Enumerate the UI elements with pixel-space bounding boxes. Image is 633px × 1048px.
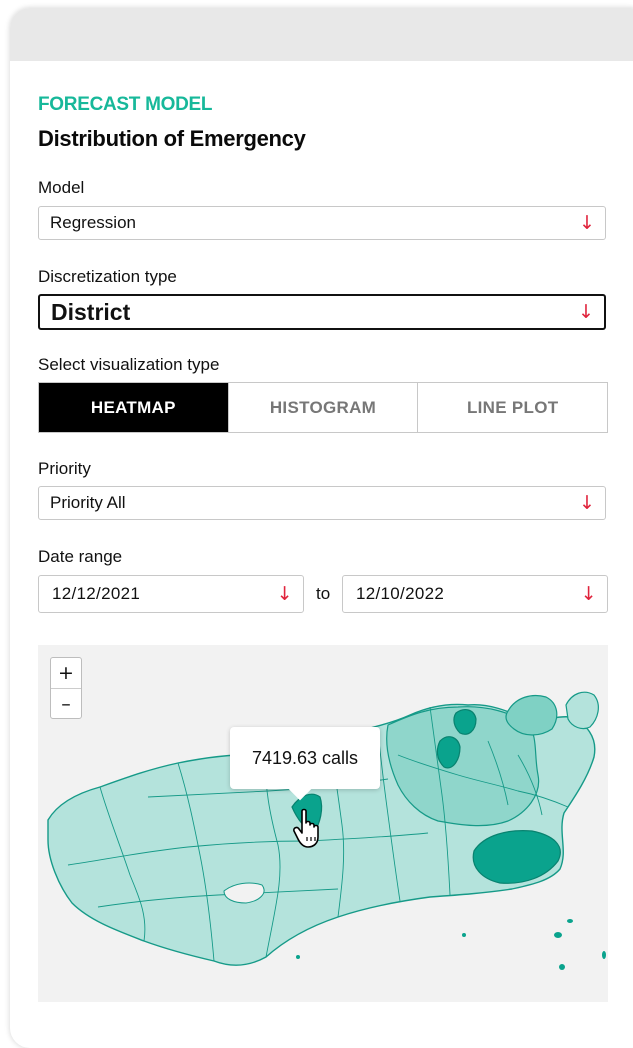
- map-tooltip: 7419.63 calls: [230, 727, 380, 789]
- visualization-label: Select visualization type: [38, 355, 220, 374]
- discretization-label: Discretization type: [38, 267, 177, 286]
- chevron-down-icon: ↓: [276, 582, 293, 605]
- zoom-control: + –: [50, 657, 82, 719]
- date-from-value: 12/12/2021: [52, 584, 141, 603]
- date-from-select[interactable]: 12/12/2021 ↓: [38, 575, 304, 613]
- section-kicker: FORECAST MODEL: [38, 94, 213, 115]
- tab-heatmap[interactable]: HEATMAP: [39, 383, 228, 432]
- district-heatmap[interactable]: [38, 645, 608, 1002]
- visualization-tabs: HEATMAP HISTOGRAM LINE PLOT: [38, 382, 608, 433]
- page-title: Distribution of Emergency: [38, 126, 306, 151]
- priority-select-value: Priority All: [50, 493, 126, 512]
- date-range-separator: to: [316, 584, 331, 603]
- priority-label: Priority: [38, 459, 91, 478]
- date-range-label: Date range: [38, 547, 123, 566]
- tab-histogram[interactable]: HISTOGRAM: [227, 383, 418, 432]
- discretization-select[interactable]: District ↓: [38, 294, 606, 330]
- chevron-down-icon: ↓: [580, 582, 597, 605]
- date-to-value: 12/10/2022: [356, 584, 445, 603]
- priority-select[interactable]: Priority All ↓: [38, 486, 606, 520]
- discretization-select-value: District: [51, 298, 131, 325]
- chevron-down-icon: ↓: [579, 491, 595, 514]
- chevron-down-icon: ↓: [578, 300, 594, 323]
- zoom-in-button[interactable]: +: [51, 658, 81, 688]
- zoom-out-button[interactable]: –: [51, 688, 81, 719]
- chevron-down-icon: ↓: [579, 211, 595, 234]
- tab-line-plot[interactable]: LINE PLOT: [417, 383, 608, 432]
- card-header-bar: [10, 8, 633, 61]
- model-label: Model: [38, 178, 85, 197]
- date-to-select[interactable]: 12/10/2022 ↓: [342, 575, 608, 613]
- map-island-northeast[interactable]: [565, 691, 599, 730]
- map-island-north[interactable]: [505, 694, 558, 736]
- model-select[interactable]: Regression ↓: [38, 206, 606, 240]
- map-small-islands: [296, 919, 606, 970]
- heatmap-map[interactable]: + – 7419.63 calls: [38, 645, 608, 1002]
- forecast-card: FORECAST MODEL Distribution of Emergency…: [10, 8, 633, 1048]
- model-select-value: Regression: [50, 213, 136, 232]
- map-district-north[interactable]: [453, 709, 477, 735]
